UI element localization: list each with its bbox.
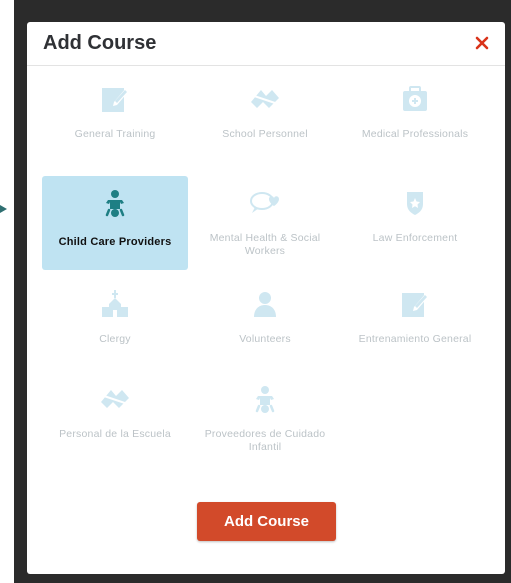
- course-option-label: Proveedores de Cuidado Infantil: [204, 428, 326, 453]
- course-option-label: Personal de la Escuela: [59, 428, 171, 440]
- course-option-mental-health-social-workers[interactable]: Mental Health & Social Workers: [192, 176, 338, 270]
- course-option-clergy[interactable]: Clergy: [42, 277, 188, 371]
- background-panel-edge: [0, 0, 14, 583]
- course-option-entrenamiento-general[interactable]: Entrenamiento General: [342, 277, 488, 371]
- chat-heart-icon: [250, 192, 279, 213]
- church-icon: [102, 290, 128, 317]
- course-option-label: Mental Health & Social Workers: [209, 232, 321, 257]
- course-option-general-training[interactable]: General Training: [42, 72, 188, 166]
- arrow-right-icon: [0, 205, 7, 213]
- course-option-child-care-providers[interactable]: Child Care Providers: [42, 176, 188, 270]
- badge-icon: [407, 192, 423, 215]
- course-option-grid: General Training School Personnel Medica…: [27, 22, 505, 574]
- medical-bag-icon: [403, 86, 427, 111]
- baby-icon: [255, 386, 275, 413]
- course-option-label: Volunteers: [239, 333, 291, 345]
- person-icon: [254, 292, 276, 317]
- edit-icon: [102, 88, 129, 112]
- course-option-label: School Personnel: [222, 128, 308, 140]
- course-option-label: Law Enforcement: [372, 232, 458, 244]
- course-option-label: Entrenamiento General: [358, 333, 472, 345]
- school-icon: [251, 90, 279, 108]
- course-option-school-personnel[interactable]: School Personnel: [192, 72, 338, 166]
- course-option-label: General Training: [74, 128, 156, 140]
- baby-icon: [105, 190, 125, 217]
- add-course-modal: Add Course General Training School Perso…: [27, 22, 505, 574]
- course-option-label: Clergy: [99, 333, 131, 345]
- school-icon: [101, 390, 129, 408]
- course-option-label: Medical Professionals: [361, 128, 469, 140]
- course-option-law-enforcement[interactable]: Law Enforcement: [342, 176, 488, 270]
- add-course-button[interactable]: Add Course: [197, 502, 336, 541]
- course-option-volunteers[interactable]: Volunteers: [192, 277, 338, 371]
- course-option-label: Child Care Providers: [58, 236, 172, 248]
- course-option-proveedores-de-cuidado-infantil[interactable]: Proveedores de Cuidado Infantil: [192, 372, 338, 466]
- course-option-personal-de-la-escuela[interactable]: Personal de la Escuela: [42, 372, 188, 466]
- edit-icon: [402, 293, 429, 317]
- course-option-medical-professionals[interactable]: Medical Professionals: [342, 72, 488, 166]
